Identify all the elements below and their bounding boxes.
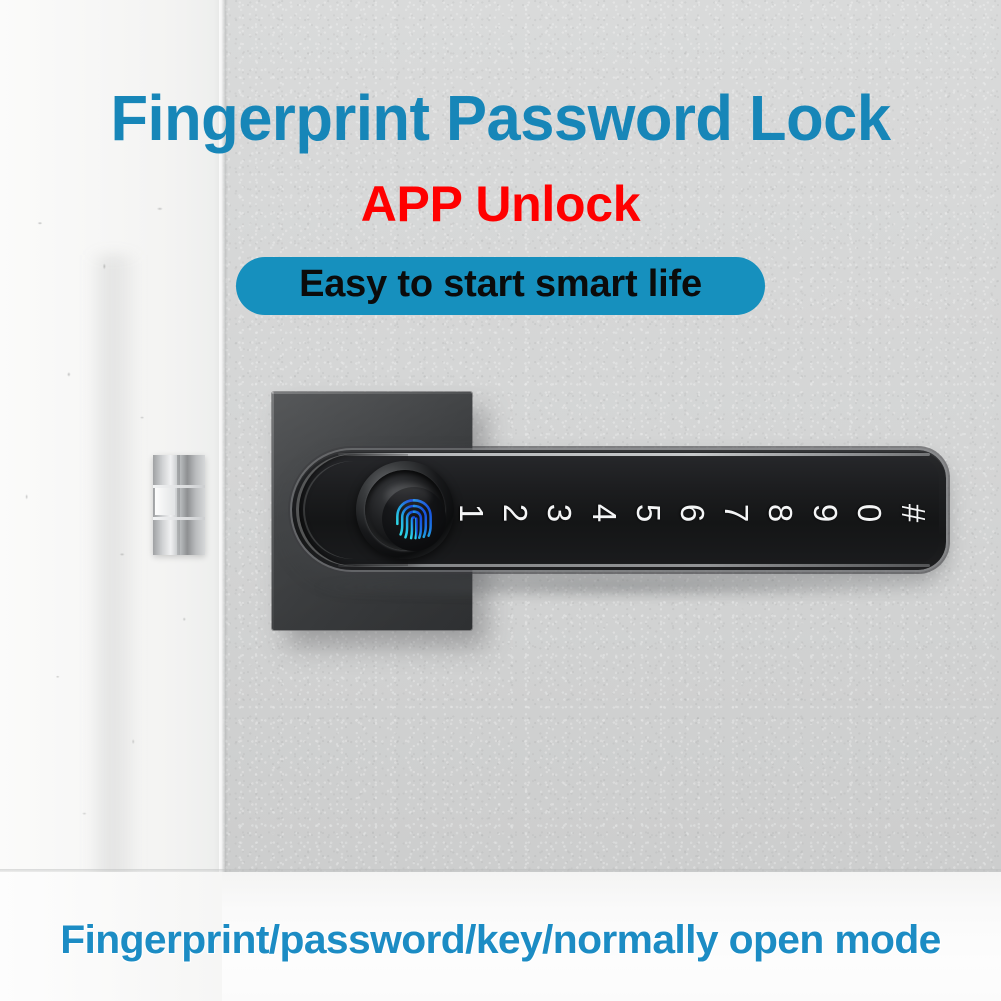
- key-cylinder-band-bottom: [153, 517, 205, 520]
- product-poster: Fingerprint Password Lock APP Unlock Eas…: [0, 0, 1001, 1001]
- fingerprint-icon: [396, 499, 432, 540]
- handle-drop-shadow: [312, 576, 942, 598]
- wall-corner-shadow: [88, 255, 140, 885]
- keypad[interactable]: 1 2 3 4 5 6 7 8 9 0 #: [452, 482, 932, 544]
- tagline-badge-label: Easy to start smart life: [236, 257, 765, 315]
- tagline-badge: Easy to start smart life: [236, 257, 765, 315]
- key-cylinder-band-top: [153, 485, 205, 488]
- key-hash[interactable]: #: [887, 494, 939, 532]
- fingerprint-sensor[interactable]: [356, 461, 454, 559]
- plate-highlight-top: [272, 392, 472, 394]
- footer-caption: Fingerprint/password/key/normally open m…: [60, 918, 941, 962]
- key-cylinder-seam: [177, 455, 180, 555]
- page-title: Fingerprint Password Lock: [110, 82, 891, 154]
- plate-highlight-left: [272, 392, 274, 630]
- key-cylinder-highlight: [155, 487, 175, 515]
- fingerprint-sensor-bezel: [365, 470, 446, 551]
- fingerprint-sensor-glass: [382, 487, 446, 551]
- handle-highlight-bottom: [338, 564, 930, 567]
- key-cylinder: [153, 455, 205, 555]
- page-subtitle: APP Unlock: [360, 176, 641, 232]
- handle-highlight-top: [338, 453, 930, 456]
